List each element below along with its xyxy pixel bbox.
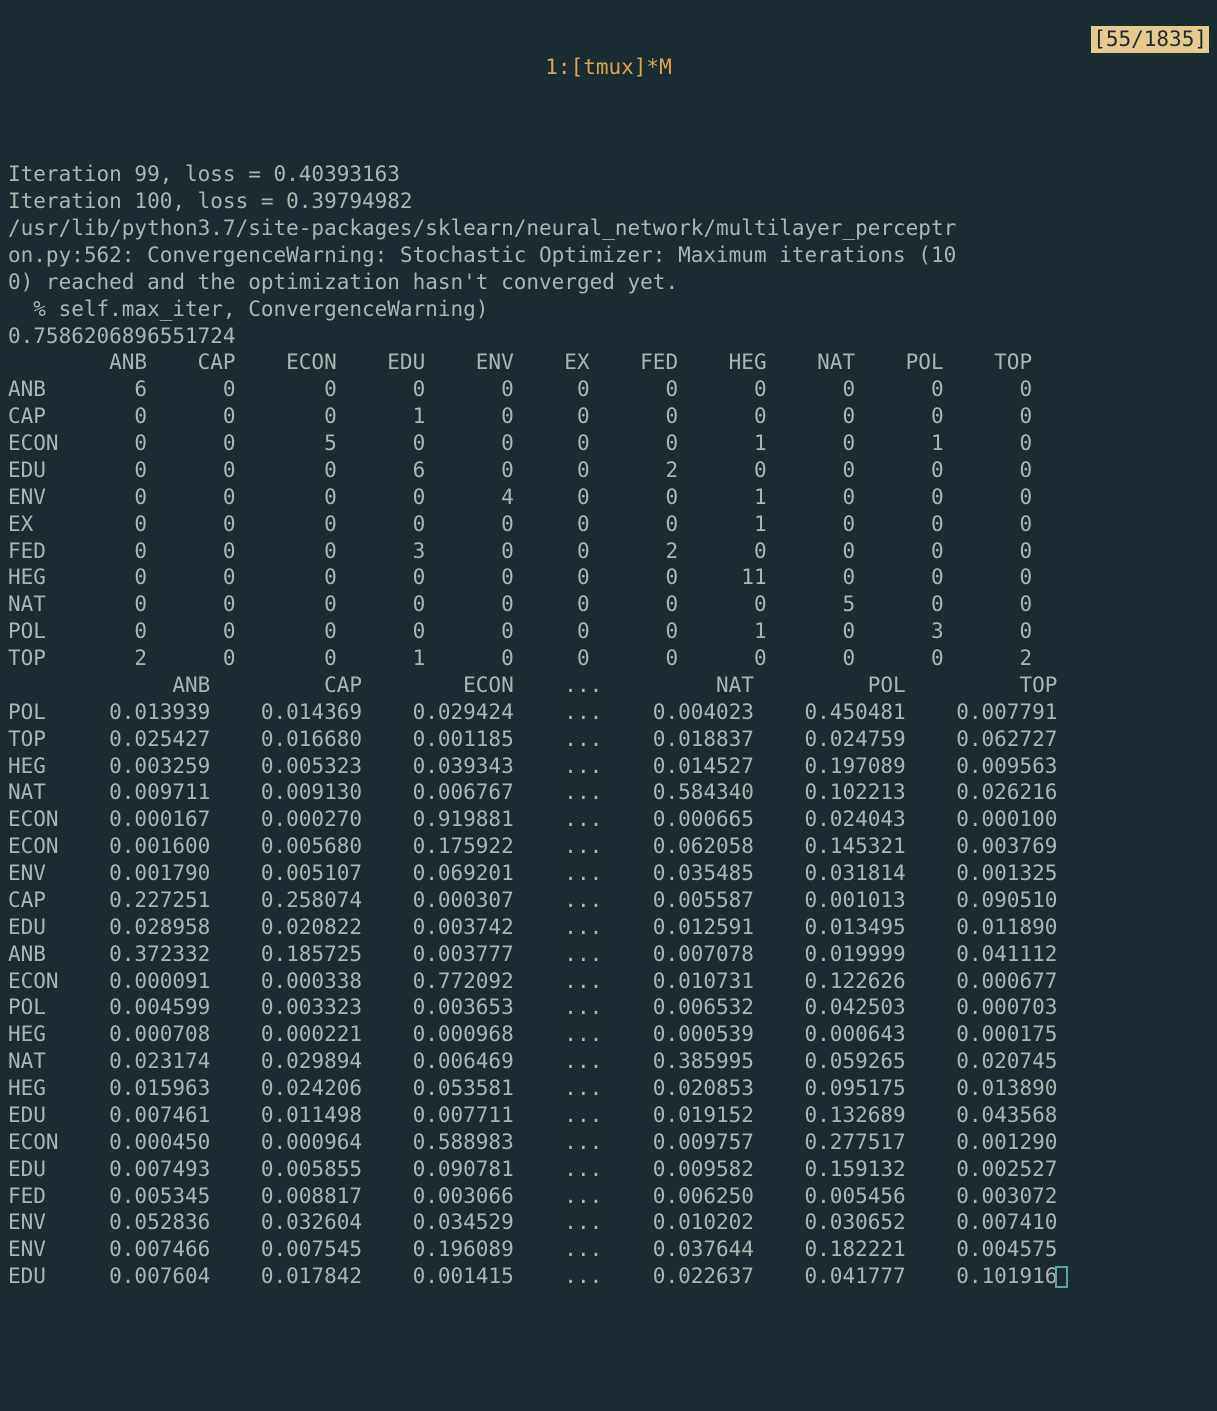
tmux-title: 1:[tmux]*M — [8, 54, 1209, 81]
search-indicator: [55/1835] — [1091, 26, 1209, 53]
terminal-output: Iteration 99, loss = 0.40393163 Iteratio… — [8, 161, 1209, 1290]
terminal-cursor — [1055, 1266, 1068, 1288]
terminal-screen[interactable]: 1:[tmux]*M [55/1835] Iteration 99, loss … — [0, 0, 1217, 1411]
